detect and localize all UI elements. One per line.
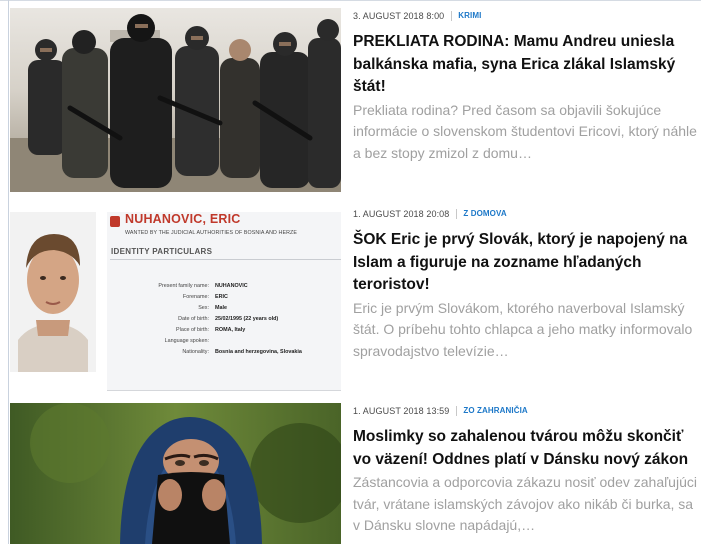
article-meta: 1. AUGUST 2018 20:08 Z DOMOVA xyxy=(353,208,699,220)
left-border xyxy=(8,0,9,544)
notice-row-value: Male xyxy=(215,305,227,311)
notice-section-title: IDENTITY PARTICULARS xyxy=(111,247,213,256)
article-thumbnail[interactable] xyxy=(10,8,341,192)
article-date: 3. AUGUST 2018 8:00 xyxy=(353,11,445,21)
notice-row: Forename: ERIC xyxy=(110,294,341,303)
notice-row-key: Language spoken: xyxy=(164,338,209,344)
notice-row-key: Date of birth: xyxy=(178,316,209,322)
article-perex: Eric je prvým Slovákom, ktorého naverbov… xyxy=(353,299,693,359)
article-headline[interactable]: ŠOK Eric je prvý Slovák, ktorý je napoje… xyxy=(353,229,699,297)
article-thumbnail[interactable] xyxy=(10,403,341,544)
article-date: 1. AUGUST 2018 20:08 xyxy=(353,209,450,219)
notice-section-header: IDENTITY PARTICULARS xyxy=(110,244,341,260)
notice-row-value: 25/02/1995 (22 years old) xyxy=(215,316,279,322)
article-category[interactable]: ZO ZAHRANIČIA xyxy=(463,405,527,417)
article-meta: 1. AUGUST 2018 13:59 ZO ZAHRANIČIA xyxy=(353,405,699,417)
notice-row-value: NUHANOVIC xyxy=(215,283,248,289)
article-meta: 3. AUGUST 2018 8:00 KRIMI xyxy=(353,10,699,22)
notice-row: Date of birth: 25/02/1995 (22 years old) xyxy=(110,316,341,325)
article-card[interactable]: NUHANOVIC, ERIC WANTED BY THE JUDICIAL A… xyxy=(10,206,701,398)
meta-separator xyxy=(456,209,458,219)
article-card[interactable]: 1. AUGUST 2018 13:59 ZO ZAHRANIČIA Mosli… xyxy=(10,403,701,544)
top-border xyxy=(0,0,701,1)
notice-row-value: ERIC xyxy=(215,294,228,300)
wanted-notice-image: NUHANOVIC, ERIC WANTED BY THE JUDICIAL A… xyxy=(10,206,341,396)
interpol-logo-icon xyxy=(110,216,120,227)
article-perex: Prekliata rodina? Pred časom sa objavili… xyxy=(353,101,697,161)
article-category[interactable]: Z DOMOVA xyxy=(463,208,506,220)
notice-name: NUHANOVIC, ERIC xyxy=(125,212,241,226)
article-perex: Zástancovia a odporcovia zákazu nosiť od… xyxy=(353,474,697,533)
article-headline[interactable]: PREKLIATA RODINA: Mamu Andreu uniesla ba… xyxy=(353,31,699,99)
notice-row: Present family name: NUHANOVIC xyxy=(110,283,341,292)
article-card[interactable]: 3. AUGUST 2018 8:00 KRIMI PREKLIATA RODI… xyxy=(10,8,701,200)
notice-row: Nationality: Bosnia and herzegovina, Slo… xyxy=(110,349,341,358)
suspect-photo xyxy=(10,212,96,372)
notice-row: Place of birth: ROMA, Italy xyxy=(110,327,341,336)
hijab-woman-photo xyxy=(10,403,341,544)
notice-row: Sex: Male xyxy=(110,305,341,314)
notice-row-value: ROMA, Italy xyxy=(215,327,246,333)
notice-row-key: Sex: xyxy=(198,305,209,311)
notice-row: Language spoken: xyxy=(110,338,341,347)
article-category[interactable]: KRIMI xyxy=(458,10,481,22)
article-headline[interactable]: Moslimky so zahalenou tvárou môžu skonči… xyxy=(353,426,699,471)
notice-row-key: Present family name: xyxy=(158,283,209,289)
notice-row-key: Nationality: xyxy=(182,349,209,355)
notice-wanted-text: WANTED BY THE JUDICIAL AUTHORITIES OF BO… xyxy=(125,230,297,236)
article-date: 1. AUGUST 2018 13:59 xyxy=(353,406,450,416)
notice-row-key: Place of birth: xyxy=(176,327,209,333)
meta-separator xyxy=(451,11,453,21)
article-thumbnail[interactable]: NUHANOVIC, ERIC WANTED BY THE JUDICIAL A… xyxy=(10,206,341,396)
notice-row-key: Forename: xyxy=(182,294,209,300)
notice-row-value: Bosnia and herzegovina, Slovakia xyxy=(215,349,302,355)
fighters-photo xyxy=(10,8,341,192)
meta-separator xyxy=(456,406,458,416)
